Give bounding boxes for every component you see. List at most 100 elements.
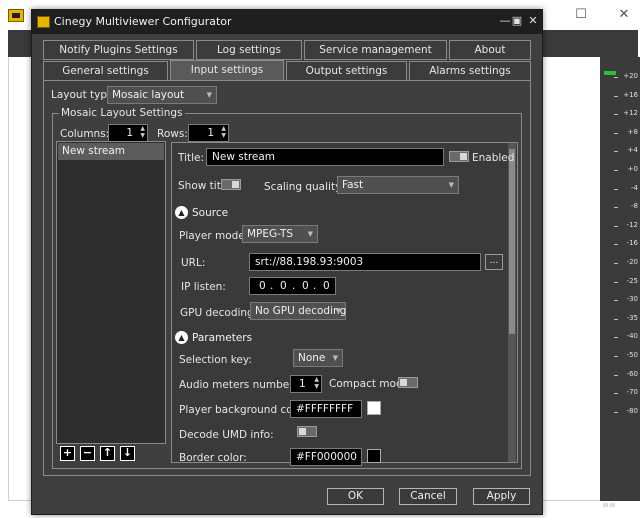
app-icon (8, 9, 24, 22)
browse-button[interactable]: ... (485, 254, 503, 270)
tab-general-settings[interactable]: General settings (43, 61, 168, 81)
meter-tick-label: +8 (614, 128, 640, 136)
collapse-source-icon[interactable]: ▲ (175, 206, 188, 219)
selection-key-label: Selection key: (179, 354, 252, 366)
decode-umd-label: Decode UMD info: (179, 429, 274, 441)
ok-button[interactable]: OK (327, 488, 384, 505)
remove-stream-button[interactable]: − (80, 446, 95, 461)
tab-alarms-settings[interactable]: Alarms settings (409, 61, 531, 81)
meter-tick-label: +16 (614, 91, 640, 99)
meter-tick-label: -20 (614, 258, 640, 266)
ip-listen-label: IP listen: (181, 281, 226, 293)
columns-label: Columns: (60, 128, 110, 140)
dialog-close-icon[interactable]: ✕ (526, 14, 540, 28)
source-section-title: Source (192, 207, 229, 219)
title-label: Title: (178, 152, 205, 164)
border-color-swatch[interactable] (367, 449, 381, 463)
scaling-quality-label: Scaling quality: (264, 181, 345, 193)
border-color-label: Border color: (179, 452, 247, 464)
meter-tick-label: -25 (614, 277, 640, 285)
compact-mode-toggle[interactable] (398, 377, 418, 388)
scaling-quality-select[interactable]: Fast ▼ (337, 176, 459, 194)
columns-stepper[interactable]: 1 ▲ ▼ (108, 124, 148, 142)
tab-log-settings[interactable]: Log settings (196, 40, 302, 60)
ip-octet-3: 0 (302, 280, 309, 292)
meter-tick-label: +4 (614, 146, 640, 154)
audio-meters-value: 1 (299, 378, 306, 390)
meter-tick-label: -70 (614, 388, 640, 396)
close-icon[interactable]: ✕ (612, 6, 636, 24)
meter-tick-label: -12 (614, 221, 640, 229)
layout-type-select[interactable]: Mosaic layout ▼ (107, 86, 217, 104)
dialog-title: Cinegy Multiviewer Configurator (54, 15, 232, 28)
properties-scrollbar[interactable] (508, 143, 516, 462)
gpu-decoding-label: GPU decoding: (180, 307, 258, 319)
player-mode-label: Player mode: (179, 230, 249, 242)
chevron-down-icon: ▼ (307, 230, 313, 238)
ip-listen-input[interactable]: 0 . 0 . 0 . 0 (249, 277, 336, 295)
player-mode-select[interactable]: MPEG-TS ▼ (242, 225, 318, 243)
meter-tick-label: -4 (614, 184, 640, 192)
url-input[interactable]: srt://88.198.93:9003 (249, 253, 481, 271)
audio-meters-label: Audio meters number: (179, 379, 297, 391)
background-color-input[interactable]: #FFFFFFFF (290, 400, 362, 418)
decode-umd-toggle[interactable] (297, 426, 317, 437)
meter-tick-label: +12 (614, 109, 640, 117)
audio-meters-stepper[interactable]: 1 ▲ ▼ (290, 375, 322, 393)
tab-input-settings[interactable]: Input settings (170, 60, 284, 81)
audio-meter: +20 +16 +12 +8 +4 +0 -4 -8 -12 -16 -20 -25 -30 -35 -40… (600, 57, 640, 501)
spin-arrows-icon[interactable]: ▲ ▼ (314, 376, 319, 390)
tab-output-settings[interactable]: Output settings (286, 61, 407, 81)
meter-footer-marks (603, 497, 617, 507)
meter-tick-label: -40 (614, 332, 640, 340)
gpu-decoding-select[interactable]: No GPU decoding ▼ (250, 302, 346, 320)
meter-tick-label: -60 (614, 370, 640, 378)
collapse-parameters-icon[interactable]: ▲ (175, 331, 188, 344)
selection-key-value: None (298, 352, 326, 364)
cancel-button[interactable]: Cancel (399, 488, 457, 505)
meter-tick-label: +20 (614, 72, 640, 80)
meter-tick-label: +0 (614, 165, 640, 173)
gpu-decoding-value: No GPU decoding (255, 305, 347, 317)
rows-value: 1 (207, 127, 214, 139)
meter-tick-label: -8 (614, 202, 640, 210)
tab-about[interactable]: About (449, 40, 531, 60)
ip-octet-1: 0 (259, 280, 266, 292)
show-title-toggle[interactable] (221, 179, 241, 190)
chevron-down-icon: ▼ (335, 307, 341, 315)
chevron-down-icon: ▼ (206, 91, 212, 99)
tab-notify-plugins-settings[interactable]: Notify Plugins Settings (43, 40, 194, 60)
meter-tick-label: -35 (614, 314, 640, 322)
ip-octet-2: 0 (280, 280, 287, 292)
meter-tick-label: -30 (614, 295, 640, 303)
list-item[interactable]: New stream (58, 143, 164, 160)
background-color-swatch[interactable] (367, 401, 381, 415)
chevron-down-icon: ▼ (448, 181, 454, 189)
meter-tick-label: -50 (614, 351, 640, 359)
rows-stepper[interactable]: 1 ▲ ▼ (188, 124, 229, 142)
border-color-input[interactable]: #FF000000 (290, 448, 362, 466)
move-down-button[interactable]: ↓ (120, 446, 135, 461)
scaling-quality-value: Fast (342, 179, 364, 191)
add-stream-button[interactable]: + (60, 446, 75, 461)
dialog-maximize-icon[interactable]: ▣ (510, 14, 524, 28)
apply-button[interactable]: Apply (473, 488, 530, 505)
selection-key-select[interactable]: None ▼ (293, 349, 343, 367)
url-label: URL: (181, 257, 206, 269)
scrollbar-thumb[interactable] (509, 149, 515, 334)
columns-value: 1 (126, 127, 133, 139)
dialog-titlebar: Cinegy Multiviewer Configurator — ▣ ✕ (32, 10, 542, 34)
chevron-down-icon: ▼ (332, 354, 338, 362)
group-title: Mosaic Layout Settings (59, 107, 185, 119)
move-up-button[interactable]: ↑ (100, 446, 115, 461)
dialog-app-icon (37, 16, 50, 28)
maximize-icon[interactable]: ☐ (569, 6, 593, 24)
meter-tick-label: -80 (614, 407, 640, 415)
spin-arrows-icon[interactable]: ▲ ▼ (140, 125, 145, 139)
enabled-label: Enabled (472, 152, 515, 164)
title-input[interactable]: New stream (206, 148, 444, 166)
spin-arrows-icon[interactable]: ▲ ▼ (221, 125, 226, 139)
stream-list[interactable]: New stream (56, 141, 166, 444)
enabled-toggle[interactable] (449, 151, 469, 162)
tab-service-management[interactable]: Service management (304, 40, 447, 60)
